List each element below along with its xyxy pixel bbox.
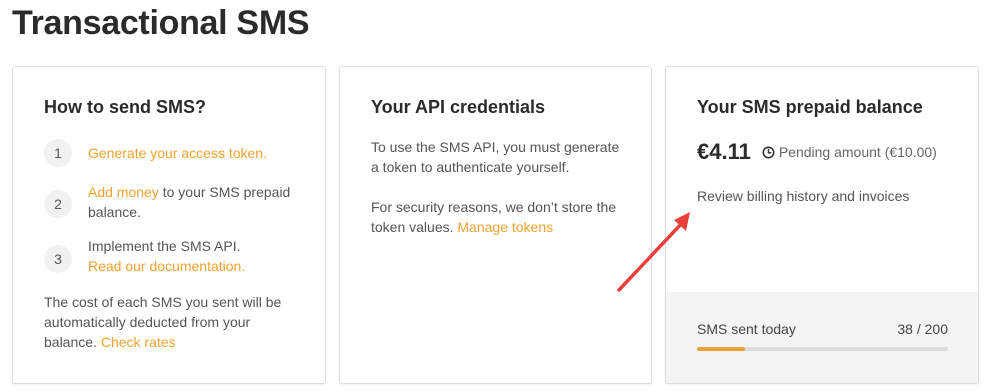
- step-number: 1: [44, 139, 72, 167]
- billing-history-link[interactable]: Review billing history and invoices: [697, 186, 909, 206]
- step-3-text: Implement the SMS API.: [88, 238, 241, 254]
- api-credentials-card: Your API credentials To use the SMS API,…: [339, 66, 652, 384]
- generate-token-link[interactable]: Generate your access token.: [88, 145, 267, 161]
- documentation-link[interactable]: Read our documentation.: [88, 256, 308, 276]
- page-title: Transactional SMS: [12, 4, 310, 42]
- add-money-link[interactable]: Add money: [88, 184, 159, 200]
- step-number: 3: [44, 245, 72, 273]
- check-rates-link[interactable]: Check rates: [101, 334, 176, 350]
- sms-usage-footer: SMS sent today 38 / 200: [666, 292, 978, 383]
- prepaid-balance-title: Your SMS prepaid balance: [697, 97, 923, 117]
- pending-amount: Pending amount (€10.00): [778, 144, 937, 160]
- api-credentials-title: Your API credentials: [371, 97, 546, 117]
- sms-sent-count: 38 / 200: [897, 321, 948, 337]
- security-note: For security reasons, we don’t store the…: [371, 197, 623, 237]
- sms-sent-label: SMS sent today: [697, 321, 796, 337]
- how-to-send-card: How to send SMS? 1 Generate your access …: [12, 66, 326, 384]
- sms-usage-bar: [697, 347, 948, 351]
- api-description: To use the SMS API, you must generate a …: [371, 139, 620, 175]
- step-2: 2 Add money to your SMS prepaid balance.: [44, 184, 310, 222]
- manage-tokens-link[interactable]: Manage tokens: [457, 219, 553, 235]
- balance-row: €4.11 Pending amount (€10.00): [697, 139, 937, 165]
- step-1: 1 Generate your access token.: [44, 139, 308, 167]
- prepaid-balance-card: Your SMS prepaid balance €4.11 Pending a…: [665, 66, 979, 384]
- how-to-send-title: How to send SMS?: [44, 97, 206, 117]
- step-number: 2: [44, 190, 72, 218]
- sms-usage-fill: [697, 347, 745, 351]
- balance-amount: €4.11: [697, 139, 751, 164]
- clock-icon: [762, 146, 775, 158]
- cost-description: The cost of each SMS you sent will be au…: [44, 292, 294, 352]
- step-3: 3 Implement the SMS API. Read our docume…: [44, 238, 308, 276]
